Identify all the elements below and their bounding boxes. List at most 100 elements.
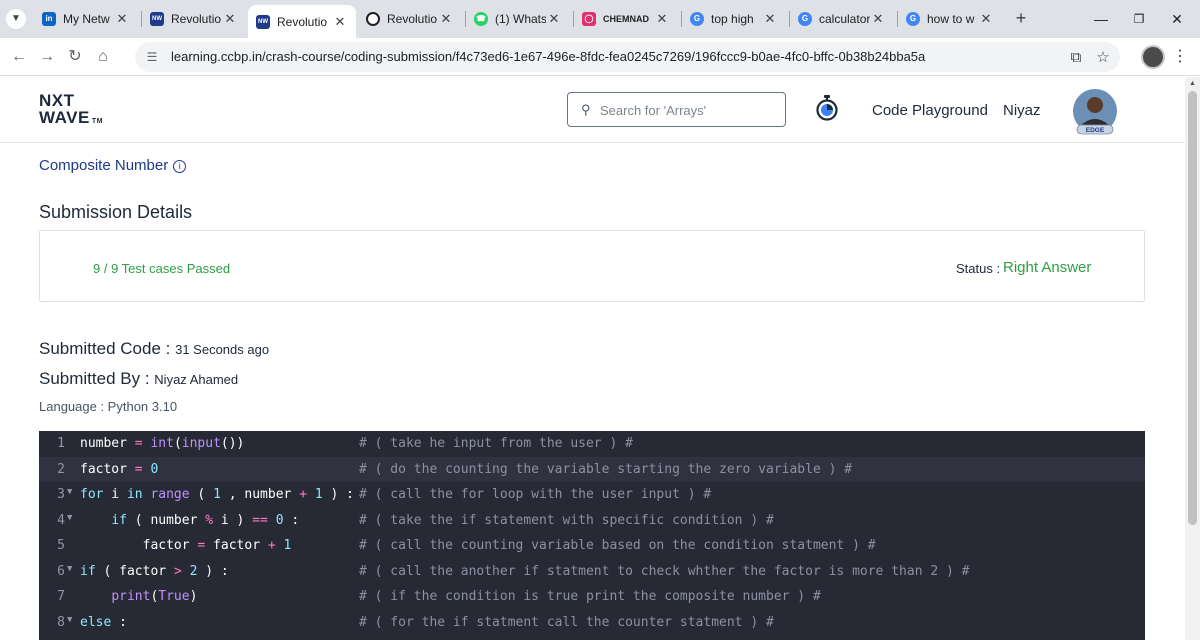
url-text[interactable]: learning.ccbp.in/crash-course/coding-sub…	[171, 49, 925, 64]
tab-title: CHEMNAD	[603, 13, 649, 24]
code-text: if ( factor > 2 ) :	[80, 563, 229, 579]
close-tab-icon[interactable]: ✕	[978, 11, 994, 27]
code-playground-link[interactable]: Code Playground	[872, 102, 988, 119]
forward-arrow-icon[interactable]: →	[36, 46, 58, 68]
site-header: NXT WAVE TM ⚲ Search for 'Arrays' Code Pl…	[0, 77, 1185, 143]
minimize-window-icon[interactable]: —	[1090, 8, 1112, 30]
search-icon: ⚲	[581, 102, 591, 117]
page-scrollbar[interactable]: ▲	[1185, 77, 1200, 640]
submitted-by-label: Submitted By :	[39, 369, 150, 388]
nxtwave-logo[interactable]: NXT WAVE TM	[39, 92, 103, 130]
user-avatar[interactable]: EDGE	[1069, 87, 1121, 139]
fold-arrow-icon[interactable]: ▼	[67, 564, 72, 574]
google-icon: G	[798, 11, 812, 26]
line-number: 2	[57, 461, 65, 477]
code-line-current: 2 factor = 0 # ( do the counting the var…	[39, 456, 1145, 482]
scrollbar-thumb[interactable]	[1188, 91, 1197, 525]
submitted-by-row: Submitted By : Niyaz Ahamed	[39, 369, 238, 389]
browser-tab[interactable]: G calculator ✕	[790, 5, 894, 32]
home-icon[interactable]: ⌂	[92, 46, 114, 68]
browser-tab-strip: ▼ in My Netw ✕ NW Revolutio ✕ NW Revolut…	[0, 0, 1200, 38]
browser-tab[interactable]: NW Revolutio ✕	[142, 5, 246, 32]
bookmark-star-icon[interactable]: ☆	[1094, 49, 1112, 67]
tab-title: (1) Whats	[495, 11, 546, 26]
code-comment: # ( for the if statment call the counter…	[359, 614, 774, 630]
site-settings-icon[interactable]: ☰	[144, 49, 160, 65]
fold-arrow-icon[interactable]: ▼	[67, 487, 72, 497]
code-line: 7 print(True) # ( if the condition is tr…	[39, 584, 1145, 610]
browser-tab[interactable]: G how to w ✕	[898, 5, 1002, 32]
close-tab-icon[interactable]: ✕	[546, 11, 562, 27]
logo-tm: TM	[91, 118, 103, 125]
code-line: 8 ▼ else : # ( for the if statment call …	[39, 610, 1145, 636]
browser-tab[interactable]: in My Netw ✕	[34, 5, 138, 32]
tab-title: Revolutio	[277, 14, 328, 29]
test-cases-passed: 9 / 9 Test cases Passed	[93, 261, 231, 276]
problem-title-link[interactable]: Composite Number i	[39, 157, 187, 174]
code-comment: # ( call the for loop with the user inpu…	[359, 487, 712, 502]
status-label: Status :	[956, 261, 1001, 276]
code-line: 6 ▼ if ( factor > 2 ) : # ( call the ano…	[39, 559, 1145, 585]
close-tab-icon[interactable]: ✕	[654, 11, 670, 27]
search-input[interactable]: ⚲ Search for 'Arrays'	[567, 92, 786, 127]
close-tab-icon[interactable]: ✕	[114, 11, 130, 27]
code-editor[interactable]: 1 number = int(input()) # ( take he inpu…	[39, 431, 1145, 640]
code-comment: # ( take he input from the user ) #	[359, 436, 633, 451]
close-window-icon[interactable]: ✕	[1166, 8, 1188, 30]
close-tab-icon[interactable]: ✕	[870, 11, 886, 27]
code-comment: # ( call the another if statment to chec…	[359, 563, 970, 579]
avatar-badge: EDGE	[1086, 127, 1105, 134]
code-line: 5 factor = factor + 1 # ( call the count…	[39, 533, 1145, 559]
browser-tab[interactable]: Revolutio ✕	[358, 5, 462, 32]
install-app-icon[interactable]: ⧉	[1067, 49, 1085, 67]
browser-tab[interactable]: ◯ CHEMNAD ✕	[574, 5, 678, 32]
browser-toolbar: ← → ↻ ⌂ ☰ learning.ccbp.in/crash-course/…	[0, 38, 1200, 76]
address-bar[interactable]: ☰ learning.ccbp.in/crash-course/coding-s…	[135, 42, 1120, 72]
restore-window-icon[interactable]: ❐	[1128, 8, 1150, 30]
stopwatch-icon[interactable]	[816, 95, 838, 121]
tab-search-chevron-icon[interactable]: ▼	[6, 9, 26, 29]
browser-tab[interactable]: G top high ✕	[682, 5, 786, 32]
info-icon[interactable]: i	[173, 160, 187, 173]
code-text: else :	[80, 614, 127, 630]
tab-title: how to w	[927, 11, 975, 26]
close-tab-icon[interactable]: ✕	[438, 11, 454, 27]
google-icon: G	[906, 11, 920, 26]
code-comment: # ( if the condition is true print the c…	[359, 589, 821, 604]
code-line: 1 number = int(input()) # ( take he inpu…	[39, 431, 1145, 457]
status-value: Right Answer	[1003, 259, 1092, 276]
browser-tab[interactable]: ☎ (1) Whats ✕	[466, 5, 570, 32]
code-comment: # ( call the counting variable based on …	[359, 538, 876, 553]
google-icon: G	[690, 11, 704, 26]
new-tab-plus-icon[interactable]: +	[1010, 7, 1032, 29]
submitted-code-time: 31 Seconds ago	[175, 342, 270, 357]
browser-tab-active[interactable]: NW Revolutio ✕	[248, 5, 356, 38]
line-number: 3	[57, 487, 65, 502]
browser-profile-avatar[interactable]	[1141, 45, 1165, 69]
fold-arrow-icon[interactable]: ▼	[67, 615, 72, 625]
code-comment: # ( take the if statement with specific …	[359, 512, 774, 528]
user-name[interactable]: Niyaz	[1003, 102, 1041, 119]
fold-arrow-icon[interactable]: ▼	[67, 513, 72, 523]
tab-title: calculator	[819, 11, 870, 26]
chatgpt-icon	[366, 11, 380, 26]
tab-title: My Netw	[63, 11, 110, 26]
back-arrow-icon[interactable]: ←	[8, 46, 30, 68]
nxtwave-icon: NW	[256, 14, 270, 29]
line-number: 5	[57, 538, 65, 553]
code-text: for i in range ( 1 , number + 1 ) :	[80, 487, 354, 502]
browser-menu-icon[interactable]: ⋮	[1172, 46, 1188, 68]
code-comment: # ( do the counting the variable startin…	[359, 461, 853, 477]
submitted-code-label: Submitted Code :	[39, 339, 171, 358]
scroll-up-arrow-icon[interactable]: ▲	[1189, 80, 1196, 87]
reload-icon[interactable]: ↻	[64, 46, 86, 68]
instagram-icon: ◯	[582, 11, 596, 26]
problem-title: Composite Number	[39, 157, 169, 174]
close-tab-icon[interactable]: ✕	[762, 11, 778, 27]
close-tab-icon[interactable]: ✕	[332, 14, 348, 30]
close-tab-icon[interactable]: ✕	[222, 11, 238, 27]
code-text: factor = 0	[80, 461, 159, 477]
whatsapp-icon: ☎	[474, 11, 488, 26]
tab-title: Revolutio	[387, 11, 438, 26]
submission-details-heading: Submission Details	[39, 202, 193, 222]
